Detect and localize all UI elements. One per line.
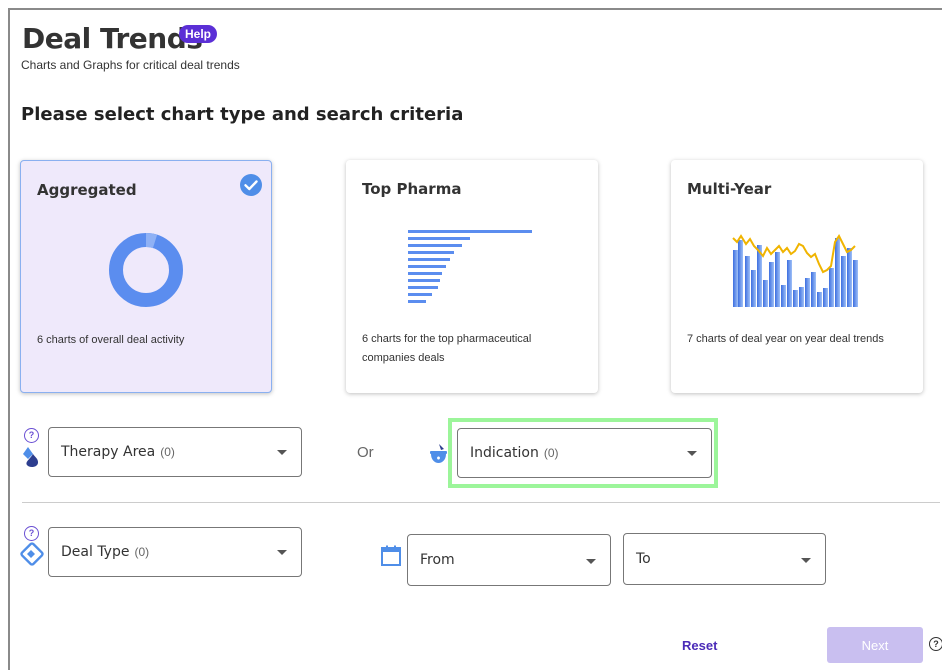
from-label: From — [420, 552, 455, 568]
deal-type-help-icon[interactable]: ? — [24, 526, 39, 541]
chevron-down-icon — [277, 450, 287, 455]
to-year-select[interactable]: To — [623, 533, 826, 585]
chevron-down-icon — [801, 558, 811, 563]
combo-bar-line-chart-icon — [732, 234, 858, 307]
medicine-bowl-icon — [430, 444, 447, 463]
from-year-select[interactable]: From — [407, 534, 611, 586]
therapy-area-help-icon[interactable]: ? — [24, 428, 39, 443]
chevron-down-icon — [586, 559, 596, 564]
help-icon[interactable]: ? — [929, 637, 942, 651]
donut-chart-icon — [109, 233, 183, 307]
chevron-down-icon — [687, 451, 697, 456]
chevron-down-icon — [277, 550, 287, 555]
card-description: 7 charts of deal year on year deal trend… — [687, 333, 884, 345]
to-label: To — [636, 551, 651, 567]
handshake-icon — [20, 542, 44, 566]
therapy-area-count: (0) — [160, 445, 175, 459]
therapy-area-select[interactable]: Therapy Area (0) — [48, 427, 302, 477]
card-description: 6 charts for the top pharmaceutical comp… — [362, 333, 532, 364]
deal-type-count: (0) — [134, 545, 150, 559]
card-multi-year[interactable]: Multi-Year 7 charts of deal year on year… — [671, 160, 923, 393]
reset-button[interactable]: Reset — [682, 638, 717, 653]
next-button[interactable]: Next — [827, 627, 923, 663]
indication-label: Indication — [470, 445, 539, 461]
or-separator: Or — [357, 444, 374, 461]
section-title: Please select chart type and search crit… — [21, 104, 464, 125]
page-title: Deal Trends — [22, 22, 203, 55]
therapy-area-label: Therapy Area — [61, 444, 156, 460]
indication-select[interactable]: Indication (0) — [457, 428, 712, 478]
indication-count: (0) — [543, 446, 559, 460]
card-top-pharma[interactable]: Top Pharma 6 charts for the top pharmace… — [346, 160, 598, 393]
deal-type-select[interactable]: Deal Type (0) — [48, 527, 302, 577]
filter-divider — [22, 502, 940, 503]
help-badge[interactable]: Help — [179, 25, 218, 43]
card-description: 6 charts of overall deal activity — [37, 334, 185, 346]
page-subtitle: Charts and Graphs for critical deal tren… — [21, 58, 240, 72]
calendar-icon — [381, 545, 401, 566]
therapy-drop-icon — [23, 447, 39, 468]
card-aggregated[interactable]: Aggregated 6 charts of overall deal acti… — [20, 160, 272, 393]
horizontal-bar-chart-icon — [408, 230, 532, 303]
deal-type-label: Deal Type — [61, 544, 130, 560]
